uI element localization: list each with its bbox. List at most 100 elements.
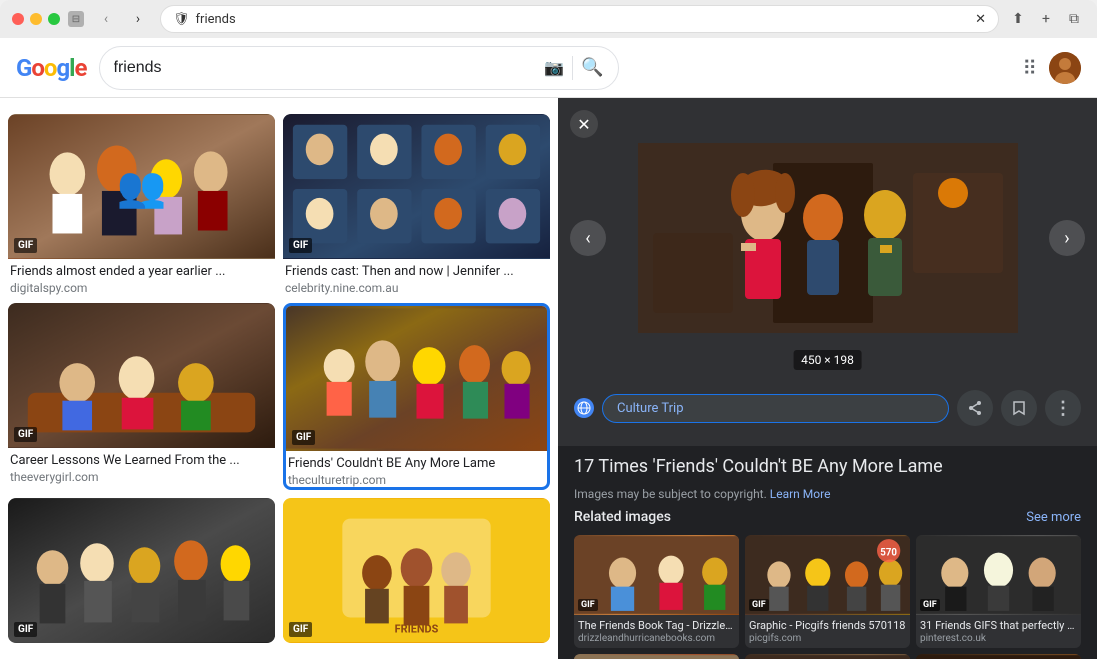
image-thumbnail-5: GIF: [8, 498, 275, 643]
learn-more-link[interactable]: Learn More: [770, 487, 831, 501]
card-source-4: theculturetrip.com: [288, 473, 545, 487]
sidebar-toggle-button[interactable]: ⊟: [68, 11, 84, 27]
related-grid: GIF The Friends Book Tag - Drizzle &... …: [574, 535, 1081, 659]
address-bar[interactable]: 🛡 friends ✕: [160, 5, 999, 33]
search-input[interactable]: [114, 59, 537, 77]
minimize-window-button[interactable]: [30, 13, 42, 25]
title-bar: ⊟ ‹ › 🛡 friends ✕ ⬆ + ⧉: [0, 0, 1097, 38]
google-logo: Google: [16, 54, 87, 82]
search-submit-icon[interactable]: 🔍: [581, 57, 603, 78]
detail-panel: ✕ ‹ ›: [558, 98, 1097, 659]
svg-text:570: 570: [880, 548, 897, 559]
related-images-section: Related images See more: [558, 509, 1097, 659]
search-divider: [572, 56, 573, 80]
image-card-5[interactable]: GIF: [8, 498, 275, 643]
card-title-4: Friends' Couldn't BE Any More Lame: [288, 455, 545, 473]
google-apps-icon[interactable]: ⠿: [1022, 56, 1037, 80]
more-options-button[interactable]: ⋮: [1045, 390, 1081, 426]
related-name-3: 31 Friends GIFS that perfectly ill...: [920, 619, 1077, 633]
image-thumbnail-3: GIF: [8, 303, 275, 448]
share-button[interactable]: ⬆: [1007, 8, 1029, 30]
source-row: Culture Trip: [574, 390, 1081, 426]
gif-badge-6: GIF: [289, 622, 312, 637]
main-detail-image: [633, 133, 1023, 343]
image-dimensions: 450 × 198: [793, 350, 862, 370]
card-source-3: theeverygirl.com: [10, 470, 273, 484]
copyright-text: Images may be subject to copyright.: [574, 487, 767, 501]
related-name-1: The Friends Book Tag - Drizzle &...: [578, 619, 735, 633]
bookmark-result-button[interactable]: [1001, 390, 1037, 426]
see-more-button[interactable]: See more: [1026, 510, 1081, 525]
related-thumb-6: GIF: [916, 654, 1081, 659]
image-card-2[interactable]: GIF Friends cast: Then and now | Jennife…: [283, 114, 550, 295]
share-result-button[interactable]: [957, 390, 993, 426]
next-image-button[interactable]: ›: [1049, 220, 1085, 256]
multitask-button[interactable]: ⧉: [1063, 8, 1085, 30]
related-name-2: Graphic - Picgifs friends 570118: [749, 619, 906, 633]
google-header: Google 📷 🔍 ⠿: [0, 38, 1097, 98]
result-title: 17 Times 'Friends' Couldn't BE Any More …: [574, 454, 1081, 479]
header-right: ⠿: [1022, 52, 1081, 84]
related-item-4[interactable]: THAT IS BRAND NEW INFORMATION! GIF When …: [574, 654, 739, 659]
related-gif-badge-3: GIF: [920, 599, 940, 611]
card-title-2: Friends cast: Then and now | Jennifer ..…: [285, 263, 548, 281]
related-thumb-3: GIF: [916, 535, 1081, 615]
back-button[interactable]: ‹: [92, 8, 120, 30]
image-card-6[interactable]: FRIENDS GIF: [283, 498, 550, 643]
camera-icon[interactable]: 📷: [544, 58, 564, 77]
main-content: GIF Friends almost ended a year earlier …: [0, 98, 1097, 659]
source-link[interactable]: Culture Trip: [602, 394, 949, 423]
close-window-button[interactable]: [12, 13, 24, 25]
search-bar[interactable]: 📷 🔍: [99, 46, 619, 90]
card-info-1: Friends almost ended a year earlier ... …: [8, 259, 275, 295]
related-item-1[interactable]: GIF The Friends Book Tag - Drizzle &... …: [574, 535, 739, 648]
related-item-6[interactable]: GIF Happy Thanksgiving Everyone!: [916, 654, 1081, 659]
related-thumb-2: 570 GIF: [745, 535, 910, 615]
image-card-3[interactable]: GIF Career Lessons We Learned From the .…: [8, 303, 275, 490]
url-text: friends: [196, 12, 236, 27]
search-icons: 📷 🔍: [544, 56, 603, 80]
related-source-2: picgifs.com: [749, 633, 906, 644]
related-item-3[interactable]: GIF 31 Friends GIFS that perfectly ill..…: [916, 535, 1081, 648]
related-header: Related images See more: [574, 509, 1081, 525]
gif-badge-5: GIF: [14, 622, 37, 637]
card-source-2: celebrity.nine.com.au: [285, 281, 548, 295]
related-item-2[interactable]: 570 GIF Graphic - Picgifs friends 570118…: [745, 535, 910, 648]
user-avatar[interactable]: [1049, 52, 1081, 84]
gif-badge-4: GIF: [292, 430, 315, 445]
nav-arrows: ‹ ›: [92, 8, 152, 30]
related-info-3: 31 Friends GIFS that perfectly ill... pi…: [916, 615, 1081, 648]
reload-button[interactable]: ✕: [975, 12, 986, 27]
prev-image-button[interactable]: ‹: [570, 220, 606, 256]
action-buttons: ⋮: [957, 390, 1081, 426]
title-section: 17 Times 'Friends' Couldn't BE Any More …: [558, 446, 1097, 483]
image-card-4[interactable]: GIF Friends' Couldn't BE Any More Lame t…: [283, 303, 550, 490]
new-tab-button[interactable]: +: [1035, 8, 1057, 30]
close-detail-button[interactable]: ✕: [570, 110, 598, 138]
card-info-2: Friends cast: Then and now | Jennifer ..…: [283, 259, 550, 295]
related-info-2: Graphic - Picgifs friends 570118 picgifs…: [745, 615, 910, 648]
source-globe-icon: [574, 398, 594, 418]
related-thumb-1: GIF: [574, 535, 739, 615]
card-info-3: Career Lessons We Learned From the ... t…: [8, 448, 275, 488]
gif-badge-2: GIF: [289, 238, 312, 253]
card-title-3: Career Lessons We Learned From the ...: [10, 452, 273, 470]
card-title-1: Friends almost ended a year earlier ...: [10, 263, 273, 281]
image-card-1[interactable]: GIF Friends almost ended a year earlier …: [8, 114, 275, 295]
maximize-window-button[interactable]: [48, 13, 60, 25]
related-source-1: drizzleandhurricanebooks.com: [578, 633, 735, 644]
related-thumb-4: THAT IS BRAND NEW INFORMATION! GIF: [574, 654, 739, 659]
related-info-1: The Friends Book Tag - Drizzle &... driz…: [574, 615, 739, 648]
image-grid: GIF Friends almost ended a year earlier …: [0, 98, 558, 659]
forward-button[interactable]: ›: [124, 8, 152, 30]
related-thumb-5: GIF: [745, 654, 910, 659]
related-item-5[interactable]: GIF: [745, 654, 910, 659]
image-thumbnail-2: GIF: [283, 114, 550, 259]
browser-window: ⊟ ‹ › 🛡 friends ✕ ⬆ + ⧉ Google 📷 🔍: [0, 0, 1097, 659]
info-panel: Culture Trip: [558, 378, 1097, 446]
gif-badge-3: GIF: [14, 427, 37, 442]
copyright-note: Images may be subject to copyright. Lear…: [558, 483, 1097, 509]
related-gif-badge-2: GIF: [749, 599, 769, 611]
card-source-1: digitalspy.com: [10, 281, 273, 295]
related-gif-badge-1: GIF: [578, 599, 598, 611]
